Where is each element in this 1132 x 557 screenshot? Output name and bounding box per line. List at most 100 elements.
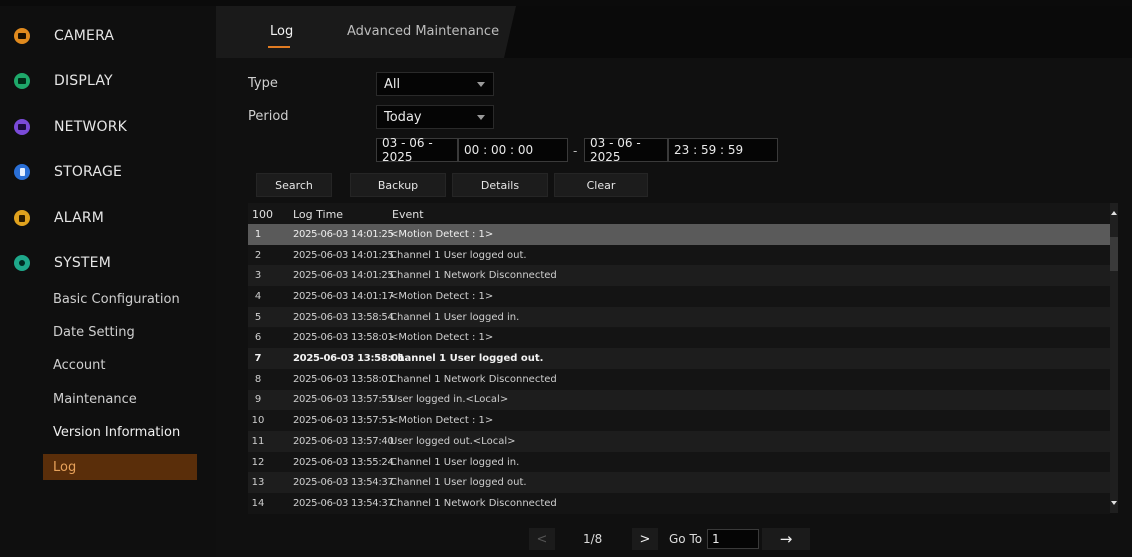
period-select-value: Today: [384, 109, 422, 125]
camera-icon: [14, 28, 30, 44]
row-number: 11: [251, 435, 265, 447]
sidebar: CAMERA DISPLAY NETWORK STORAGE ALARM SYS…: [0, 6, 216, 557]
menu-item-system[interactable]: SYSTEM: [0, 243, 216, 283]
row-event: User logged in.<Local>: [390, 394, 509, 406]
log-table: 100 Log Time Event 1 2025-06-03 14:01:25…: [248, 203, 1118, 514]
period-label: Period: [248, 109, 289, 124]
submenu-account[interactable]: Account: [43, 352, 197, 378]
chevron-down-icon: [477, 115, 485, 120]
tab-advanced-maintenance[interactable]: Advanced Maintenance: [347, 24, 499, 39]
row-number: 8: [254, 373, 262, 385]
row-event: Channel 1 Network Disconnected: [390, 373, 557, 385]
row-log-time: 2025-06-03 14:01:25: [293, 228, 394, 240]
table-row[interactable]: 6 2025-06-03 13:58:01 <Motion Detect : 1…: [248, 327, 1110, 349]
table-row[interactable]: 4 2025-06-03 14:01:17 <Motion Detect : 1…: [248, 286, 1110, 307]
row-event: Channel 1 User logged in.: [390, 456, 520, 468]
row-log-time: 2025-06-03 13:58:01: [293, 353, 405, 365]
row-log-time: 2025-06-03 13:57:51: [293, 415, 394, 427]
row-event: Channel 1 User logged in.: [390, 311, 520, 323]
table-scrollbar[interactable]: [1110, 203, 1118, 513]
storage-icon: [14, 164, 30, 180]
row-log-time: 2025-06-03 14:01:25: [293, 249, 394, 261]
search-button[interactable]: Search: [256, 173, 332, 197]
system-icon: [14, 255, 30, 271]
row-log-time: 2025-06-03 14:01:25: [293, 270, 394, 282]
next-page-button[interactable]: >: [632, 528, 658, 550]
row-event: <Motion Detect : 1>: [390, 332, 494, 344]
row-event: Channel 1 User logged out.: [390, 249, 527, 261]
row-log-time: 2025-06-03 13:54:37: [293, 497, 394, 509]
row-number: 13: [251, 477, 265, 489]
menu-label: DISPLAY: [54, 73, 113, 89]
row-event: User logged out.<Local>: [390, 435, 516, 447]
type-select-value: All: [384, 76, 401, 92]
scroll-down-icon[interactable]: [1111, 501, 1117, 505]
table-row[interactable]: 2 2025-06-03 14:01:25 Channel 1 User log…: [248, 244, 1110, 266]
range-separator: -: [573, 144, 578, 158]
menu-label: ALARM: [54, 210, 105, 226]
table-row[interactable]: 5 2025-06-03 13:58:54 Channel 1 User log…: [248, 306, 1110, 328]
submenu-date-setting[interactable]: Date Setting: [43, 319, 197, 345]
row-log-time: 2025-06-03 14:01:17: [293, 290, 394, 302]
end-time-field[interactable]: 23 : 59 : 59: [668, 138, 778, 162]
submenu-log[interactable]: Log: [43, 454, 197, 480]
details-button[interactable]: Details: [452, 173, 548, 197]
submenu-maintenance[interactable]: Maintenance: [43, 386, 197, 412]
scroll-up-icon[interactable]: [1111, 211, 1117, 215]
goto-label: Go To: [669, 532, 703, 546]
table-row[interactable]: 14 2025-06-03 13:54:37 Channel 1 Network…: [248, 493, 1110, 514]
backup-button[interactable]: Backup: [350, 173, 446, 197]
table-row[interactable]: 10 2025-06-03 13:57:51 <Motion Detect : …: [248, 410, 1110, 431]
period-select[interactable]: Today: [376, 105, 494, 129]
goto-button[interactable]: →: [762, 528, 810, 550]
table-row[interactable]: 1 2025-06-03 14:01:25 <Motion Detect : 1…: [248, 224, 1110, 245]
submenu-basic-configuration[interactable]: Basic Configuration: [43, 286, 197, 312]
row-number: 3: [254, 270, 262, 282]
table-row[interactable]: 7 2025-06-03 13:58:01 Channel 1 User log…: [248, 348, 1110, 369]
type-select[interactable]: All: [376, 72, 494, 96]
table-row[interactable]: 12 2025-06-03 13:55:24 Channel 1 User lo…: [248, 451, 1110, 473]
menu-item-alarm[interactable]: ALARM: [0, 198, 216, 238]
row-number: 12: [251, 456, 265, 468]
menu-item-display[interactable]: DISPLAY: [0, 61, 216, 101]
tab-active-indicator: [268, 46, 290, 48]
row-log-time: 2025-06-03 13:55:24: [293, 456, 394, 468]
row-log-time: 2025-06-03 13:58:01: [293, 373, 394, 385]
menu-item-storage[interactable]: STORAGE: [0, 152, 216, 192]
row-event: Channel 1 Network Disconnected: [390, 497, 557, 509]
type-label: Type: [248, 76, 278, 91]
table-row[interactable]: 13 2025-06-03 13:54:37 Channel 1 User lo…: [248, 472, 1110, 494]
row-number: 10: [251, 415, 265, 427]
start-date-field[interactable]: 03 - 06 - 2025: [376, 136, 458, 164]
row-event: <Motion Detect : 1>: [390, 415, 494, 427]
row-log-time: 2025-06-03 13:54:37: [293, 477, 394, 489]
row-log-time: 2025-06-03 13:57:40: [293, 435, 394, 447]
tab-log[interactable]: Log: [270, 24, 293, 39]
row-number: 5: [254, 311, 262, 323]
table-row[interactable]: 8 2025-06-03 13:58:01 Channel 1 Network …: [248, 368, 1110, 390]
menu-item-network[interactable]: NETWORK: [0, 107, 216, 147]
end-date-field[interactable]: 03 - 06 - 2025: [584, 136, 668, 164]
table-row[interactable]: 11 2025-06-03 13:57:40 User logged out.<…: [248, 431, 1110, 452]
start-time-field[interactable]: 00 : 00 : 00: [458, 138, 568, 162]
prev-page-button[interactable]: <: [529, 528, 555, 550]
row-log-time: 2025-06-03 13:58:54: [293, 311, 394, 323]
row-event: Channel 1 User logged out.: [390, 353, 544, 365]
row-log-time: 2025-06-03 13:57:55: [293, 394, 394, 406]
menu-label: STORAGE: [54, 164, 123, 180]
submenu-version-information[interactable]: Version Information: [43, 419, 197, 445]
main-panel: Log Advanced Maintenance Type All Period…: [216, 6, 1132, 557]
table-row[interactable]: 9 2025-06-03 13:57:55 User logged in.<Lo…: [248, 389, 1110, 411]
clear-button[interactable]: Clear: [554, 173, 648, 197]
row-event: <Motion Detect : 1>: [390, 228, 494, 240]
page-info: 1/8: [583, 532, 603, 546]
scrollbar-thumb[interactable]: [1110, 237, 1118, 271]
table-row[interactable]: 3 2025-06-03 14:01:25 Channel 1 Network …: [248, 265, 1110, 287]
goto-page-input[interactable]: 1: [707, 529, 759, 549]
column-event-header: Event: [392, 208, 424, 221]
row-number: 4: [254, 290, 262, 302]
row-number: 1: [254, 228, 262, 240]
menu-item-camera[interactable]: CAMERA: [0, 16, 216, 56]
menu-label: CAMERA: [54, 28, 115, 44]
row-log-time: 2025-06-03 13:58:01: [293, 332, 394, 344]
